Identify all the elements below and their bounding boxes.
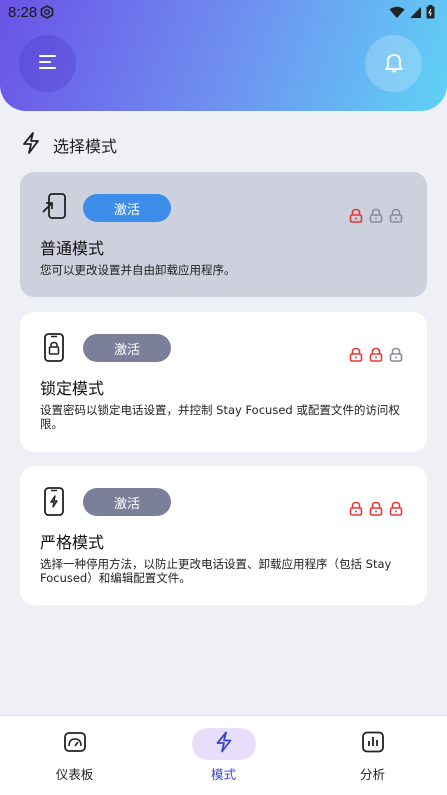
- mode-card-strict[interactable]: 激活 严格模式 选择一种停用方法，以防止更改电话设置、卸载应用程序（包括 Sta…: [20, 466, 427, 605]
- signal-icon: [409, 6, 422, 23]
- lock-icon: [389, 347, 403, 366]
- lock-icon: [349, 347, 363, 366]
- nav-label: 分析: [359, 767, 385, 782]
- mode-card-normal[interactable]: 激活 普通模式 您可以更改设置并自由卸载应用程序。: [20, 172, 427, 297]
- dashboard-gauge-icon: [63, 731, 87, 757]
- wifi-icon: [389, 6, 405, 23]
- phone-charging-icon: [40, 486, 68, 516]
- lightning-icon: [214, 731, 234, 757]
- nav-item-dashboard[interactable]: 仪表板: [0, 716, 149, 795]
- lock-indicators: [349, 347, 403, 366]
- mode-description: 您可以更改设置并自由卸载应用程序。: [40, 263, 236, 277]
- notifications-button[interactable]: [365, 35, 422, 92]
- menu-icon: [38, 53, 58, 75]
- nav-label: 模式: [210, 767, 236, 782]
- nav-item-analytics[interactable]: 分析: [298, 716, 447, 795]
- mode-card-locked[interactable]: 激活 锁定模式 设置密码以锁定电话设置，并控制 Stay Focused 或配置…: [20, 312, 427, 452]
- settings-notification-icon: [40, 5, 54, 23]
- bottom-navigation: 仪表板 模式 分析: [0, 715, 447, 795]
- status-time: 8:28: [8, 4, 38, 21]
- mode-title: 锁定模式: [40, 379, 105, 398]
- lock-icon: [349, 208, 363, 227]
- activate-button[interactable]: 激活: [83, 488, 171, 516]
- menu-button[interactable]: [19, 35, 76, 92]
- phone-unlocked-icon: [40, 192, 68, 222]
- activate-button[interactable]: 激活: [83, 334, 171, 362]
- section-title-text: 选择模式: [53, 137, 118, 156]
- activate-button[interactable]: 激活: [83, 194, 171, 222]
- battery-icon: [426, 5, 435, 23]
- lock-icon: [389, 501, 403, 520]
- status-bar: 8:28: [0, 0, 447, 26]
- mode-title: 严格模式: [40, 533, 105, 552]
- mode-description: 选择一种停用方法，以防止更改电话设置、卸载应用程序（包括 Stay Focuse…: [40, 557, 392, 585]
- bell-icon: [383, 51, 405, 77]
- bar-chart-icon: [361, 731, 385, 757]
- mode-title: 普通模式: [40, 239, 105, 258]
- lightning-icon: [21, 131, 41, 159]
- lock-icon: [349, 501, 363, 520]
- section-title: 选择模式: [21, 131, 117, 159]
- lock-indicators: [349, 208, 403, 227]
- mode-description: 设置密码以锁定电话设置，并控制 Stay Focused 或配置文件的访问权限。: [40, 403, 400, 431]
- phone-lock-icon: [40, 332, 68, 362]
- lock-icon: [369, 501, 383, 520]
- lock-icon: [369, 208, 383, 227]
- lock-indicators: [349, 501, 403, 520]
- lock-icon: [369, 347, 383, 366]
- nav-label: 仪表板: [55, 767, 94, 782]
- lock-icon: [389, 208, 403, 227]
- nav-item-modes[interactable]: 模式: [149, 716, 298, 795]
